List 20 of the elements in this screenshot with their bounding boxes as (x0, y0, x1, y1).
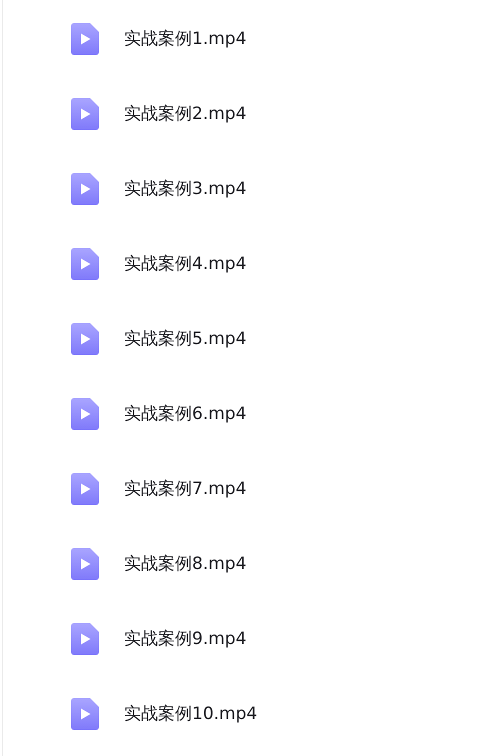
video-file-icon (71, 172, 99, 204)
video-file-icon (71, 698, 99, 730)
video-file-icon (71, 622, 99, 654)
file-name[interactable]: 实战案例9.mp4 (124, 627, 246, 650)
file-name[interactable]: 实战案例6.mp4 (124, 402, 246, 425)
video-file-icon (71, 548, 99, 580)
file-name[interactable]: 实战案例5.mp4 (124, 327, 246, 350)
file-name[interactable]: 实战案例10.mp4 (124, 702, 258, 725)
file-name[interactable]: 实战案例7.mp4 (124, 477, 246, 500)
video-file-icon (71, 472, 99, 504)
video-file-icon (71, 248, 99, 280)
file-name[interactable]: 实战案例3.mp4 (124, 177, 246, 200)
file-name[interactable]: 实战案例4.mp4 (124, 252, 246, 275)
video-file-icon (71, 22, 99, 54)
file-name[interactable]: 实战案例2.mp4 (124, 102, 246, 125)
video-file-icon (71, 98, 99, 130)
file-name[interactable]: 实战案例8.mp4 (124, 552, 246, 575)
video-file-icon (71, 322, 99, 354)
video-file-icon (71, 398, 99, 430)
file-name[interactable]: 实战案例1.mp4 (124, 27, 246, 50)
